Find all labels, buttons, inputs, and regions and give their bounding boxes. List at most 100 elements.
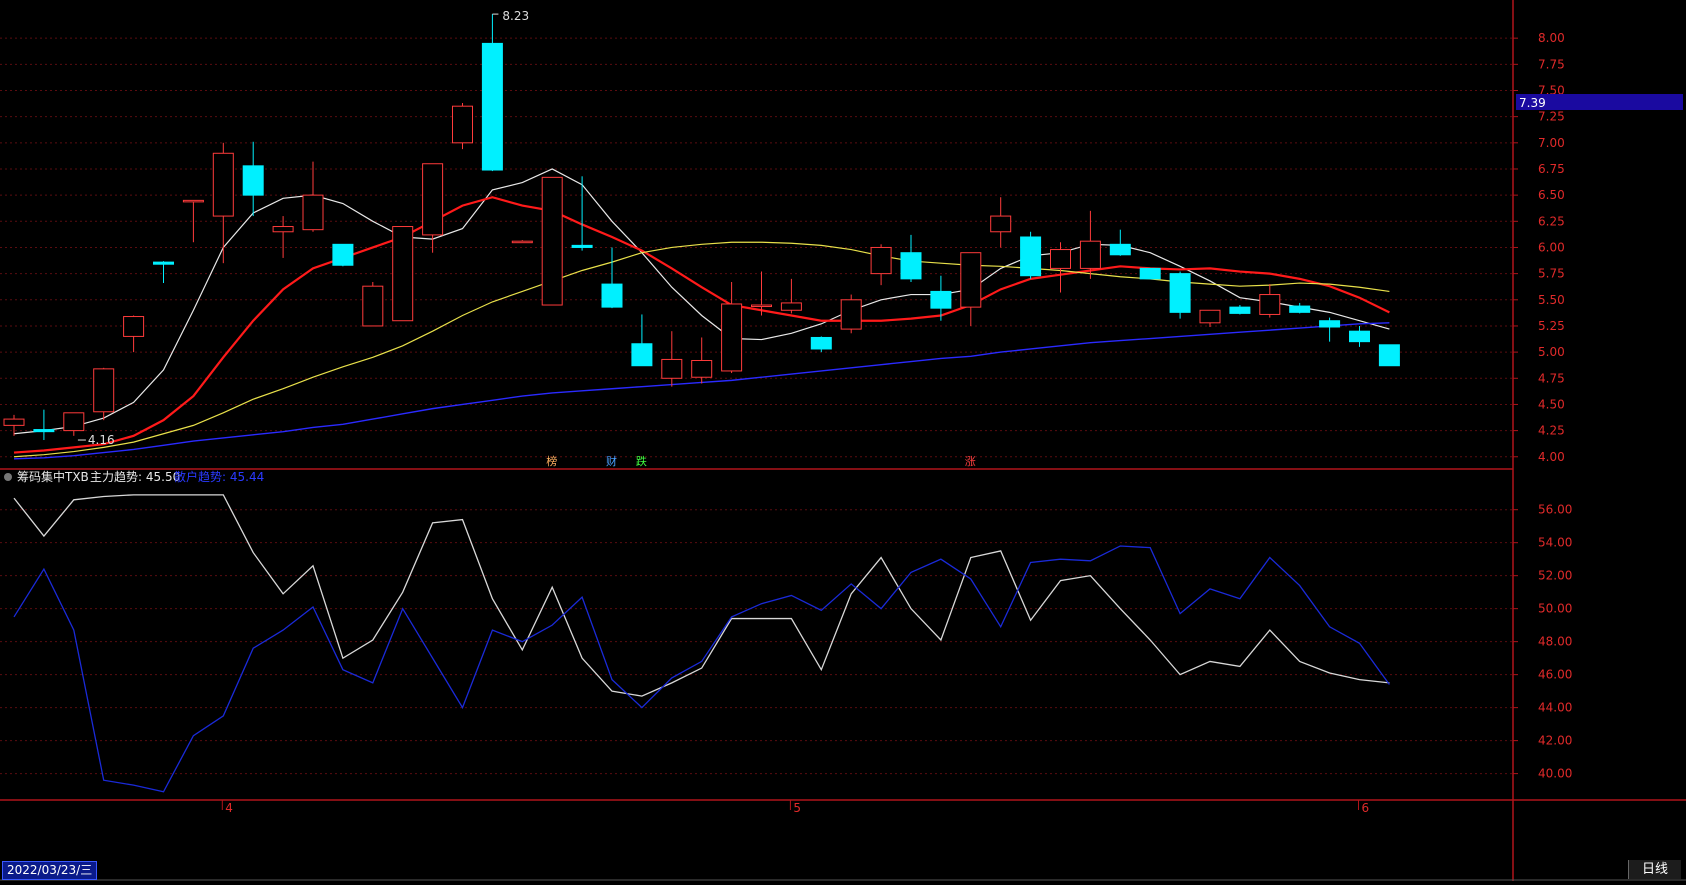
upper-y-tick-label: 4.75 <box>1538 371 1565 385</box>
candle[interactable] <box>332 243 354 267</box>
chart-svg[interactable]: 8.007.757.507.257.006.756.506.256.005.75… <box>0 0 1686 881</box>
indicator-toggle-icon[interactable] <box>4 473 12 481</box>
current-price-value: 7.39 <box>1519 96 1546 110</box>
candle[interactable] <box>601 247 623 309</box>
candle[interactable] <box>362 282 384 327</box>
upper-y-tick-label: 5.50 <box>1538 293 1565 307</box>
upper-y-tick-label: 6.00 <box>1538 240 1565 254</box>
event-marker[interactable]: 涨 <box>965 455 976 468</box>
upper-y-tick-label: 8.00 <box>1538 31 1565 45</box>
event-marker[interactable]: 跌 <box>636 454 647 468</box>
candle-body <box>691 359 713 378</box>
candle[interactable] <box>571 176 593 251</box>
candle-body <box>1259 294 1281 315</box>
x-month-label: 5 <box>793 801 801 815</box>
candle-body <box>3 418 25 426</box>
stock-chart[interactable]: 8.00 7.75 7.50 7.25 7.00 6.75 6.50 6.25 6.00 5.75… <box>0 0 1686 881</box>
retail-trend-line <box>13 545 1390 793</box>
upper-y-tick-label: 6.25 <box>1538 214 1565 228</box>
candle-body <box>780 302 802 311</box>
candle-body <box>153 261 174 265</box>
candle[interactable] <box>900 234 922 282</box>
candle[interactable] <box>960 252 982 326</box>
candle[interactable] <box>63 412 85 436</box>
lower-y-tick-label: 54.00 <box>1538 536 1572 550</box>
candle[interactable] <box>1319 317 1341 342</box>
candle[interactable] <box>242 141 264 217</box>
candle-body <box>1079 240 1101 269</box>
candle[interactable] <box>481 14 503 172</box>
candle[interactable] <box>1079 210 1101 279</box>
candle[interactable] <box>810 336 832 353</box>
candle-body <box>960 252 982 308</box>
candle-body <box>1289 305 1311 313</box>
candle[interactable] <box>1109 229 1131 256</box>
candle[interactable] <box>1349 325 1370 347</box>
candle[interactable] <box>452 103 473 150</box>
candle[interactable] <box>990 197 1012 248</box>
candle-body <box>332 243 354 266</box>
candle[interactable] <box>661 331 683 387</box>
candle-body <box>601 283 623 308</box>
upper-y-tick-label: 7.25 <box>1538 110 1565 124</box>
candle[interactable] <box>840 294 862 334</box>
candle[interactable] <box>541 176 563 306</box>
candle[interactable] <box>631 314 653 367</box>
main-trend-value: 主力趋势: 45.50 <box>90 470 180 484</box>
candle-body <box>541 176 563 306</box>
candle[interactable] <box>123 315 145 353</box>
low-price-label: 4.16 <box>88 433 115 447</box>
upper-y-tick-label: 5.00 <box>1538 345 1565 359</box>
candle-body <box>900 252 922 280</box>
candle[interactable] <box>93 367 115 421</box>
candle[interactable] <box>780 278 802 314</box>
candle[interactable] <box>1139 267 1161 280</box>
candle[interactable] <box>1259 284 1281 318</box>
candle[interactable] <box>302 161 324 232</box>
upper-y-tick-label: 7.00 <box>1538 136 1565 150</box>
event-marker[interactable]: 榜 <box>546 454 557 468</box>
candle[interactable] <box>691 337 713 384</box>
candle[interactable] <box>392 226 414 322</box>
candle-body <box>1050 249 1071 269</box>
indicator-name: 筹码集中TXB <box>17 469 89 484</box>
upper-y-tick-label: 5.75 <box>1538 267 1565 281</box>
candle-body <box>1020 236 1042 277</box>
candle-body <box>123 316 145 337</box>
candle[interactable] <box>33 409 55 441</box>
candle[interactable] <box>1199 309 1221 327</box>
candle[interactable] <box>870 244 892 286</box>
candle-body <box>751 304 772 308</box>
candle-body <box>1229 306 1251 314</box>
candle[interactable] <box>1378 344 1400 367</box>
candle[interactable] <box>272 216 294 258</box>
period-tab-daily[interactable]: 日线 <box>1628 860 1681 879</box>
upper-y-tick-label: 4.00 <box>1538 450 1565 464</box>
candle[interactable] <box>721 282 743 374</box>
main-trend-line <box>13 494 1390 697</box>
candle-body <box>481 42 503 171</box>
upper-y-tick-label: 4.25 <box>1538 424 1565 438</box>
candle[interactable] <box>153 261 174 284</box>
candle[interactable] <box>1289 302 1311 314</box>
upper-y-tick-label: 6.75 <box>1538 162 1565 176</box>
start-date-label: 2022/03/23/三 <box>2 861 98 880</box>
candle-body <box>1319 320 1341 328</box>
candle[interactable] <box>1169 271 1191 319</box>
candle-body <box>212 152 234 217</box>
candle[interactable] <box>212 142 234 264</box>
event-marker[interactable]: 财 <box>606 454 617 468</box>
candle[interactable] <box>1050 242 1071 293</box>
upper-y-tick-label: 5.25 <box>1538 319 1565 333</box>
candle-body <box>721 303 743 372</box>
candle-body <box>990 215 1012 233</box>
lower-y-tick-label: 46.00 <box>1538 668 1572 682</box>
candle[interactable] <box>511 240 533 244</box>
candle[interactable] <box>1229 305 1251 315</box>
candle-body <box>840 299 862 330</box>
candle-body <box>1139 267 1161 280</box>
candle-body <box>33 429 55 433</box>
candle[interactable] <box>1020 231 1042 279</box>
candle[interactable] <box>422 163 444 253</box>
candle-body <box>870 246 892 275</box>
